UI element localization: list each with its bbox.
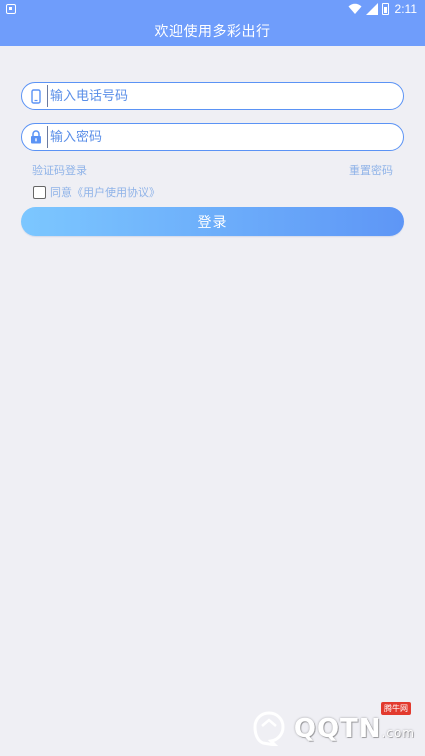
status-icons: 2:11 [348,2,417,16]
notification-icon [6,4,16,14]
password-field[interactable] [21,123,404,151]
agreement-checkbox[interactable] [33,185,46,199]
phone-field[interactable] [21,82,404,110]
phone-input[interactable] [47,85,403,107]
agreement-row: 同意《用户使用协议》 [33,184,160,200]
login-button[interactable]: 登录 [21,207,404,236]
watermark-logo-icon [253,711,285,746]
status-time: 2:11 [394,2,417,16]
wifi-icon [348,3,362,14]
watermark-brand: QQTN [293,714,382,744]
status-bar: 2:11 [0,0,425,18]
reset-password-link[interactable]: 重置密码 [349,162,393,178]
watermark-text: QQTN.com [294,714,415,744]
watermark: 腾牛网 QQTN.com [249,702,419,752]
agreement-label[interactable]: 同意《用户使用协议》 [50,184,160,200]
signal-icon [365,3,378,15]
lock-icon [25,124,47,150]
password-input[interactable] [47,126,403,148]
page-title: 欢迎使用多彩出行 [154,24,271,40]
login-screen: 2:11 欢迎使用多彩出行 验证码登录 重置密码 同意《用户使用协议》 登录 [0,0,425,756]
app-header: 2:11 欢迎使用多彩出行 [0,0,425,46]
phone-icon [25,83,47,109]
sms-login-link[interactable]: 验证码登录 [32,162,87,178]
watermark-suffix: .com [381,726,415,740]
battery-icon [381,3,389,15]
